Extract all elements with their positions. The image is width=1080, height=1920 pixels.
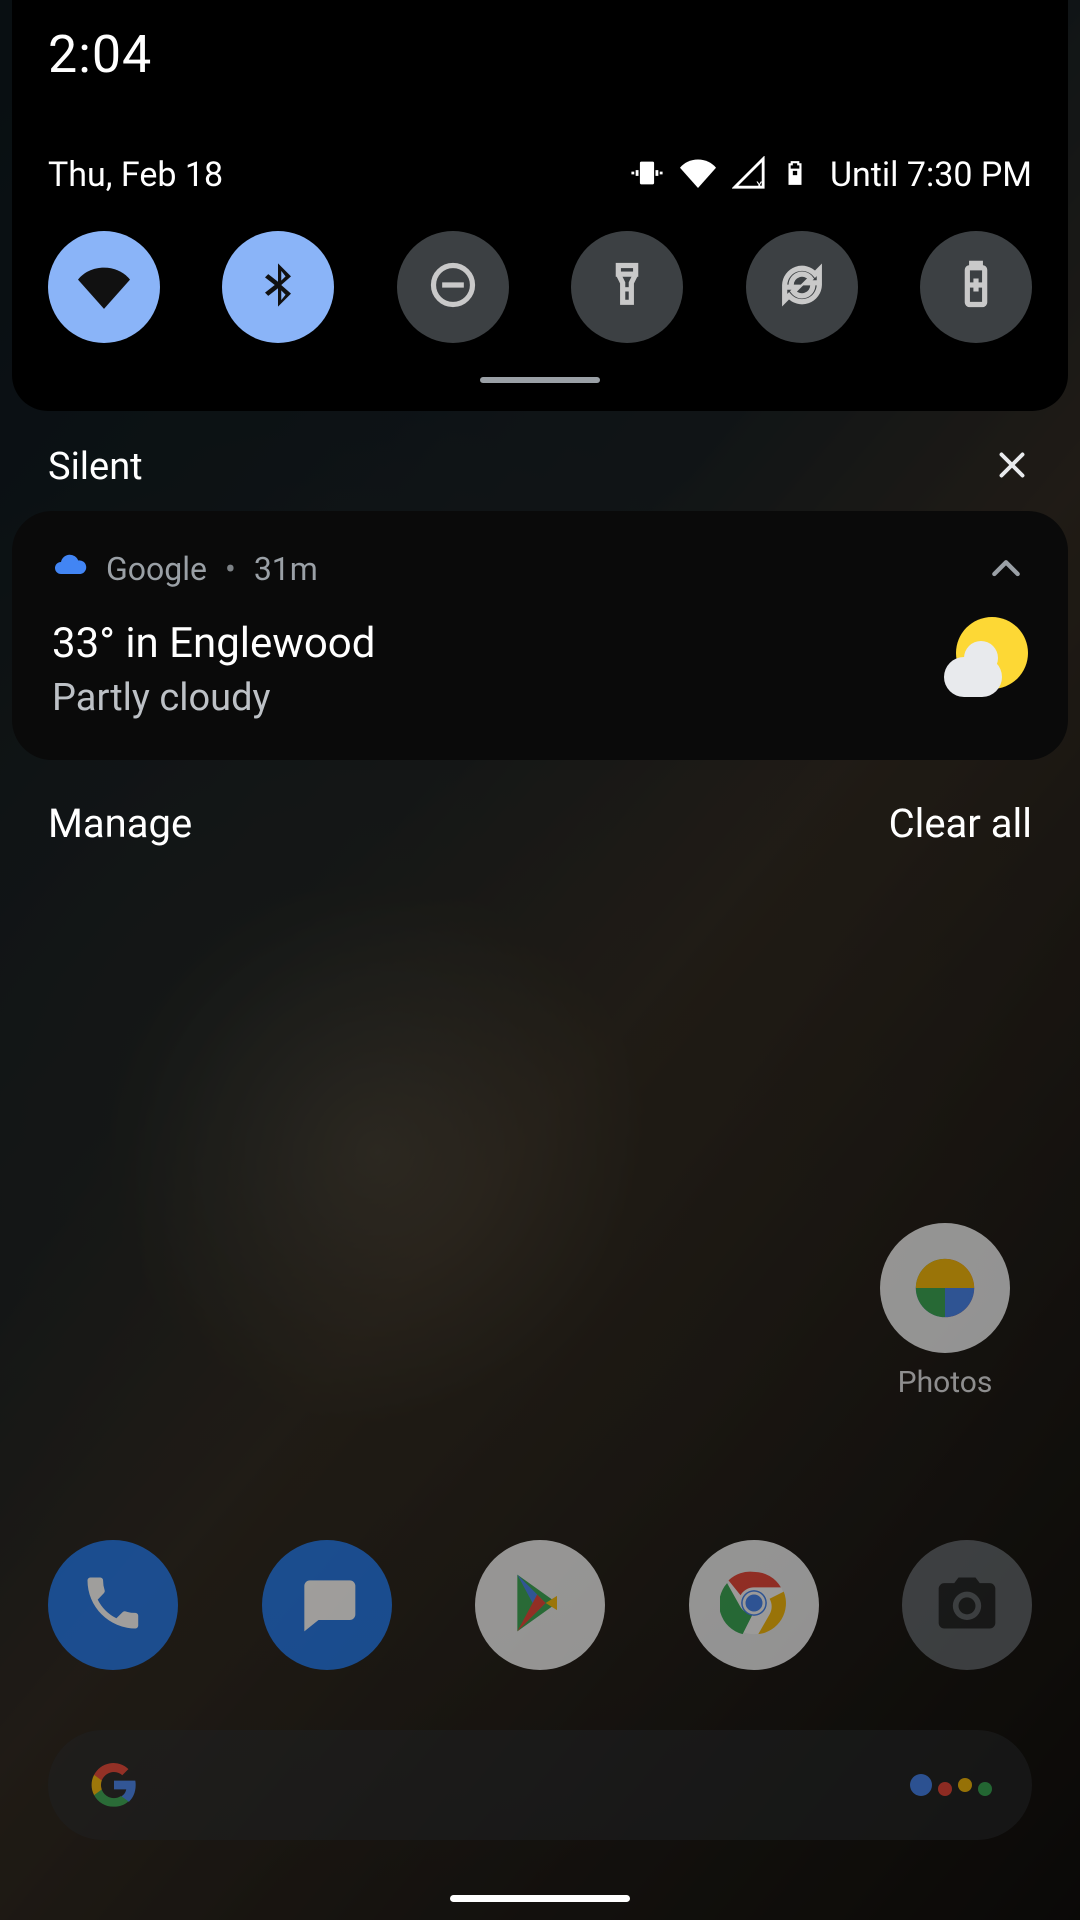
cloud-icon: [52, 547, 88, 591]
qs-tile-bluetooth[interactable]: [222, 231, 334, 343]
notification-app-name: Google: [106, 550, 207, 588]
google-logo-icon: [88, 1759, 140, 1811]
battery-saver-icon: [950, 259, 1002, 315]
chevron-up-icon: [986, 549, 1026, 593]
bluetooth-icon: [252, 259, 304, 315]
notification-collapse-button[interactable]: [984, 549, 1028, 593]
dismiss-section-button[interactable]: [992, 447, 1032, 487]
gesture-nav-handle[interactable]: [450, 1895, 630, 1902]
qs-tiles: [48, 231, 1032, 343]
chrome-icon: [720, 1569, 788, 1641]
cellular-status-icon: x: [732, 156, 766, 194]
dock-app-chrome[interactable]: [689, 1540, 819, 1670]
weather-partly-cloudy-icon: [944, 617, 1028, 701]
app-shortcut-photos[interactable]: Photos: [880, 1223, 1010, 1400]
dnd-icon: [427, 259, 479, 315]
close-icon: [994, 447, 1030, 487]
home-screen: Photos: [0, 1540, 1080, 1920]
autorotate-icon: [776, 259, 828, 315]
dock-app-play-store[interactable]: [475, 1540, 605, 1670]
google-search-bar[interactable]: [48, 1730, 1032, 1840]
notification-section-header: Silent: [0, 411, 1080, 511]
battery-until-label: Until 7:30 PM: [830, 155, 1032, 195]
qs-expand-handle[interactable]: [480, 377, 600, 383]
app-label: Photos: [880, 1365, 1010, 1400]
battery-status-icon: [782, 156, 808, 194]
notification-header: Google • 31m: [52, 547, 1028, 591]
notification-actions: Manage Clear all: [0, 760, 1080, 887]
notification-card[interactable]: Google • 31m 33° in Englewood Partly clo…: [12, 511, 1068, 760]
dock-app-messages[interactable]: [262, 1540, 392, 1670]
qs-tile-wifi[interactable]: [48, 231, 160, 343]
status-icons: x Until 7:30 PM: [630, 155, 1032, 195]
svg-text:x: x: [756, 178, 763, 190]
play-store-icon: [506, 1569, 574, 1641]
qs-tile-flashlight[interactable]: [571, 231, 683, 343]
assistant-icon[interactable]: [910, 1774, 992, 1796]
qs-tile-autorotate[interactable]: [746, 231, 858, 343]
status-date[interactable]: Thu, Feb 18: [48, 155, 223, 195]
messages-icon: [293, 1569, 361, 1641]
separator-dot: •: [225, 550, 236, 588]
photos-icon: [880, 1223, 1010, 1353]
qs-tile-battery-saver[interactable]: [920, 231, 1032, 343]
status-clock: 2:04: [48, 24, 1032, 85]
notification-age: 31m: [254, 550, 318, 588]
dock-app-camera[interactable]: [902, 1540, 1032, 1670]
dock-app-phone[interactable]: [48, 1540, 178, 1670]
camera-icon: [933, 1569, 1001, 1641]
qs-tile-dnd[interactable]: [397, 231, 509, 343]
notification-subtitle: Partly cloudy: [52, 676, 1028, 720]
section-title: Silent: [48, 445, 143, 489]
qs-status-row: Thu, Feb 18 x Until 7:30 PM: [48, 155, 1032, 195]
wifi-icon: [78, 259, 130, 315]
phone-icon: [79, 1569, 147, 1641]
quick-settings-panel: 2:04 Thu, Feb 18 x Until 7:30 PM: [12, 0, 1068, 411]
clear-all-button[interactable]: Clear all: [889, 800, 1032, 847]
flashlight-icon: [601, 259, 653, 315]
manage-button[interactable]: Manage: [48, 800, 192, 847]
notification-title: 33° in Englewood: [52, 619, 1028, 668]
vibrate-icon: [630, 156, 664, 194]
dock: [48, 1540, 1032, 1670]
wifi-status-icon: [680, 155, 716, 195]
